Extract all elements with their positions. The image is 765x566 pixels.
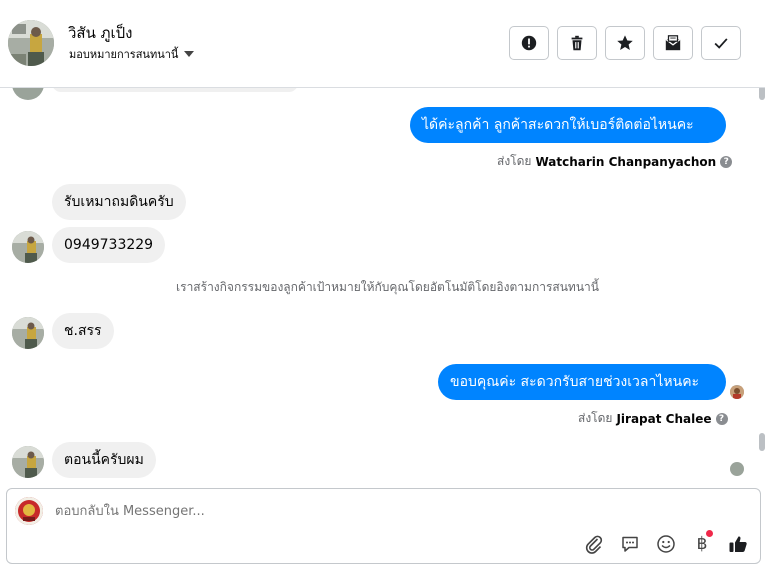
page-avatar — [15, 497, 43, 525]
sent-by-prefix: ส่งโดย — [578, 411, 613, 425]
emoji-button[interactable] — [654, 532, 678, 556]
sender-avatar — [12, 446, 44, 478]
saved-replies-button[interactable] — [618, 532, 642, 556]
sent-by-label: ส่งโดย Watcharin Chanpanyachon ? — [497, 152, 733, 171]
sent-by-name: Watcharin Chanpanyachon — [535, 154, 717, 169]
assign-conversation-dropdown[interactable]: มอบหมายการสนทนานี้ — [69, 45, 195, 63]
reply-input[interactable] — [55, 501, 575, 521]
help-icon[interactable]: ? — [720, 155, 733, 168]
help-icon[interactable]: ? — [715, 412, 728, 425]
sent-by-prefix: ส่งโดย — [497, 154, 532, 168]
outgoing-message[interactable]: ขอบคุณค่ะ สะดวกรับสายช่วงเวลาไหนคะ — [438, 364, 726, 400]
like-button[interactable] — [726, 532, 750, 556]
message-thread[interactable]: ได้ค่ะลูกค้า ลูกค้าสะดวกให้เบอร์ติดต่อไห… — [0, 88, 765, 480]
baht-payment-icon: ฿ — [696, 534, 708, 554]
conversation-header: วิสัน ภูเป็ง มอบหมายการสนทนานี้ — [0, 0, 765, 88]
sent-by-name: Jirapat Chalee — [616, 411, 712, 426]
incoming-message[interactable]: รับเหมาถมดินครับ — [52, 184, 186, 220]
delete-button[interactable] — [557, 26, 597, 60]
like-icon — [729, 536, 747, 552]
outgoing-message[interactable]: ได้ค่ะลูกค้า ลูกค้าสะดวกให้เบอร์ติดต่อไห… — [410, 107, 726, 143]
trash-icon — [571, 35, 583, 51]
sender-avatar — [12, 88, 44, 100]
attach-button[interactable] — [582, 532, 606, 556]
incoming-message[interactable]: ช.สรร — [52, 313, 114, 349]
sent-by-label: ส่งโดย Jirapat Chalee ? — [578, 409, 728, 428]
partial-incoming-bubble — [52, 88, 298, 92]
payment-button[interactable]: ฿ — [690, 530, 714, 556]
mark-done-button[interactable] — [701, 26, 741, 60]
scrollbar-thumb[interactable] — [759, 88, 765, 100]
alert-icon — [521, 35, 537, 51]
reply-composer: ฿ — [6, 488, 761, 564]
conversation-actions — [509, 26, 741, 60]
attachment-icon — [585, 535, 603, 554]
incoming-message[interactable]: 0949733229 — [52, 227, 166, 263]
contact-avatar[interactable] — [8, 20, 54, 66]
assign-conversation-label: มอบหมายการสนทนานี้ — [69, 48, 179, 61]
incoming-message[interactable]: ตอนนี้ครับผม — [52, 442, 156, 478]
star-icon — [617, 35, 633, 51]
sender-avatar — [12, 317, 44, 349]
composer-toolbar: ฿ — [582, 530, 750, 556]
sender-avatar — [12, 231, 44, 263]
report-spam-button[interactable] — [509, 26, 549, 60]
scrollbar-thumb[interactable] — [759, 433, 765, 451]
mark-unread-icon — [665, 35, 681, 51]
emoji-icon — [657, 535, 675, 553]
seen-avatar — [730, 462, 744, 476]
system-notice: เราสร้างกิจกรรมของลูกค้าเป้าหมายให้กับคุ… — [176, 280, 599, 294]
notification-dot — [706, 530, 713, 537]
seen-avatar — [730, 385, 744, 399]
mark-unread-button[interactable] — [653, 26, 693, 60]
check-icon — [714, 38, 728, 49]
saved-reply-icon — [622, 536, 638, 552]
contact-name[interactable]: วิสัน ภูเป็ง — [68, 21, 132, 45]
follow-up-button[interactable] — [605, 26, 645, 60]
chevron-down-icon — [184, 51, 195, 57]
